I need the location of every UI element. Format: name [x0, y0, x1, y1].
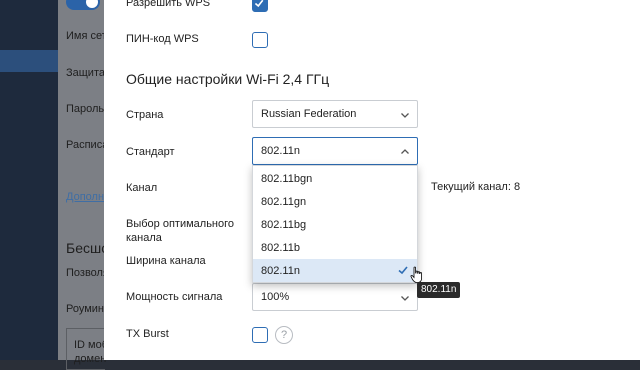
wifi-settings-panel: Разрешить WPS ПИН-код WPS Общие настройк… — [104, 0, 640, 360]
background-link: Дополн — [66, 191, 105, 203]
chevron-down-icon — [401, 296, 409, 301]
background-item: Позволя — [66, 267, 109, 279]
section-title: Общие настройки Wi-Fi 2,4 ГГц — [126, 71, 330, 87]
help-icon[interactable]: ? — [275, 326, 293, 344]
background-item: домен — [74, 353, 107, 365]
wps-checkbox[interactable] — [252, 0, 268, 12]
wps-pin-checkbox[interactable] — [252, 32, 268, 48]
signal-power-value: 100% — [261, 291, 290, 303]
background-toggle — [66, 0, 100, 10]
chevron-up-icon — [401, 149, 409, 154]
channel-label: Канал — [126, 182, 158, 194]
checkmark-icon — [254, 0, 264, 8]
background-item: Расписа — [66, 139, 109, 151]
signal-power-label: Мощность сигнала — [126, 291, 223, 303]
optimal-channel-label-line2: канала — [126, 232, 162, 244]
channel-width-label: Ширина канала — [126, 255, 206, 267]
dropdown-option-label: 802.11n — [261, 265, 300, 277]
dropdown-option[interactable]: 802.11b — [253, 236, 417, 259]
background-item: Пароль — [66, 103, 105, 115]
dropdown-option[interactable]: 802.11gn — [253, 190, 417, 213]
dropdown-option-label: 802.11bg — [261, 219, 307, 231]
standard-label: Стандарт — [126, 146, 175, 158]
dropdown-option-label: 802.11b — [261, 242, 300, 254]
optimal-channel-label: Выбор оптимального — [126, 218, 235, 230]
wps-label: Разрешить WPS — [126, 0, 211, 9]
tooltip: 802.11n — [417, 282, 461, 298]
background-item: Роумин — [66, 303, 105, 315]
standard-value: 802.11n — [261, 145, 300, 157]
wps-pin-label: ПИН-код WPS — [126, 33, 199, 45]
dropdown-option-selected[interactable]: 802.11n — [253, 259, 417, 282]
check-icon — [398, 266, 408, 275]
dropdown-option[interactable]: 802.11bg — [253, 213, 417, 236]
chevron-down-icon — [401, 113, 409, 118]
background-item: Имя сет — [66, 30, 107, 42]
standard-select[interactable]: 802.11n — [252, 137, 418, 165]
standard-dropdown-list: 802.11bgn 802.11gn 802.11bg 802.11b 802.… — [252, 165, 418, 283]
country-label: Страна — [126, 109, 164, 121]
background-heading: Бесшо — [66, 240, 109, 256]
background-item: Защита — [66, 67, 105, 79]
background-item: ID моб — [74, 339, 109, 351]
country-select[interactable]: Russian Federation — [252, 100, 418, 128]
dropdown-option-label: 802.11bgn — [261, 173, 313, 185]
country-value: Russian Federation — [261, 108, 357, 120]
signal-power-select[interactable]: 100% — [252, 283, 418, 311]
dropdown-option[interactable]: 802.11bgn — [253, 167, 417, 190]
dropdown-option-label: 802.11gn — [261, 196, 307, 208]
current-channel: Текущий канал: 8 — [431, 181, 521, 193]
tx-burst-checkbox[interactable] — [252, 327, 268, 343]
tx-burst-label: TX Burst — [126, 328, 169, 340]
